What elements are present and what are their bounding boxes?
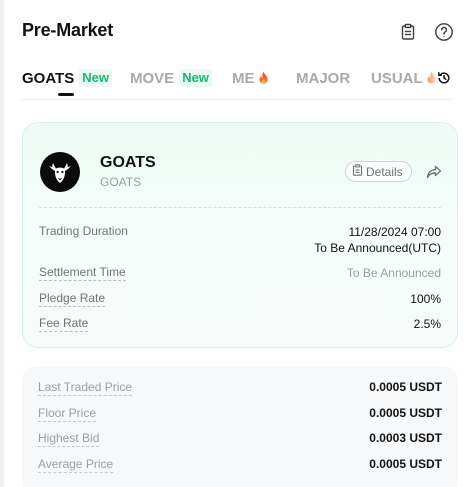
page-header: Pre-Market bbox=[22, 18, 460, 48]
details-button[interactable]: Details bbox=[345, 161, 412, 182]
trading-duration-label: Trading Duration bbox=[39, 224, 128, 238]
token-symbol: GOATS bbox=[100, 175, 142, 189]
share-icon[interactable] bbox=[425, 163, 443, 181]
tab-label: MAJOR bbox=[296, 69, 351, 87]
fee-rate-label[interactable]: Fee Rate bbox=[39, 316, 89, 332]
token-info-card: GOATS GOATS Details Trading Duration 11/… bbox=[22, 122, 458, 348]
average-price-label[interactable]: Average Price bbox=[38, 457, 114, 473]
average-price-value: 0.0005 USDT bbox=[369, 457, 442, 471]
fee-rate-value: 2.5% bbox=[413, 317, 441, 331]
pledge-rate-label[interactable]: Pledge Rate bbox=[39, 291, 106, 307]
clipboard-icon[interactable] bbox=[398, 22, 418, 42]
page-title: Pre-Market bbox=[22, 20, 114, 40]
tab-move[interactable]: MOVE New bbox=[130, 68, 212, 88]
highest-bid-label[interactable]: Highest Bid bbox=[38, 431, 100, 447]
active-tab-indicator bbox=[58, 93, 74, 96]
new-badge: New bbox=[79, 69, 112, 87]
new-badge: New bbox=[179, 69, 212, 87]
tab-label: GOATS bbox=[22, 69, 75, 87]
help-icon[interactable] bbox=[434, 22, 454, 42]
goat-logo-icon bbox=[40, 152, 80, 192]
trading-duration-end: To Be Announced(UTC) bbox=[314, 241, 441, 255]
settlement-time-label[interactable]: Settlement Time bbox=[39, 265, 126, 281]
tab-label: MOVE bbox=[130, 69, 175, 87]
floor-price-value: 0.0005 USDT bbox=[369, 406, 442, 420]
token-name: GOATS bbox=[100, 154, 156, 171]
price-stats-card: Last Traded Price 0.0005 USDT Floor Pric… bbox=[22, 366, 458, 487]
flame-icon bbox=[257, 71, 270, 85]
floor-price-label[interactable]: Floor Price bbox=[38, 406, 97, 422]
card-divider bbox=[39, 207, 441, 208]
pledge-rate-value: 100% bbox=[410, 292, 441, 306]
trading-duration-value: 11/28/2024 07:00 To Be Announced(UTC) bbox=[314, 224, 441, 256]
highest-bid-value: 0.0003 USDT bbox=[369, 431, 442, 445]
history-icon[interactable] bbox=[436, 70, 452, 86]
left-rail bbox=[0, 0, 4, 487]
tab-goats[interactable]: GOATS New bbox=[22, 68, 112, 88]
tab-label: USUAL bbox=[371, 69, 423, 87]
clipboard-icon bbox=[352, 164, 363, 179]
last-traded-price-label[interactable]: Last Traded Price bbox=[38, 380, 133, 396]
tab-me[interactable]: ME bbox=[232, 68, 270, 88]
settlement-time-value: To Be Announced bbox=[346, 266, 441, 280]
tab-label: ME bbox=[232, 69, 255, 87]
details-label: Details bbox=[366, 164, 403, 179]
tab-major[interactable]: MAJOR bbox=[296, 68, 350, 88]
last-traded-price-value: 0.0005 USDT bbox=[369, 380, 442, 394]
trading-duration-start: 11/28/2024 07:00 bbox=[348, 225, 441, 239]
market-tabs: GOATS New MOVE New ME MAJOR USUAL bbox=[22, 64, 452, 100]
